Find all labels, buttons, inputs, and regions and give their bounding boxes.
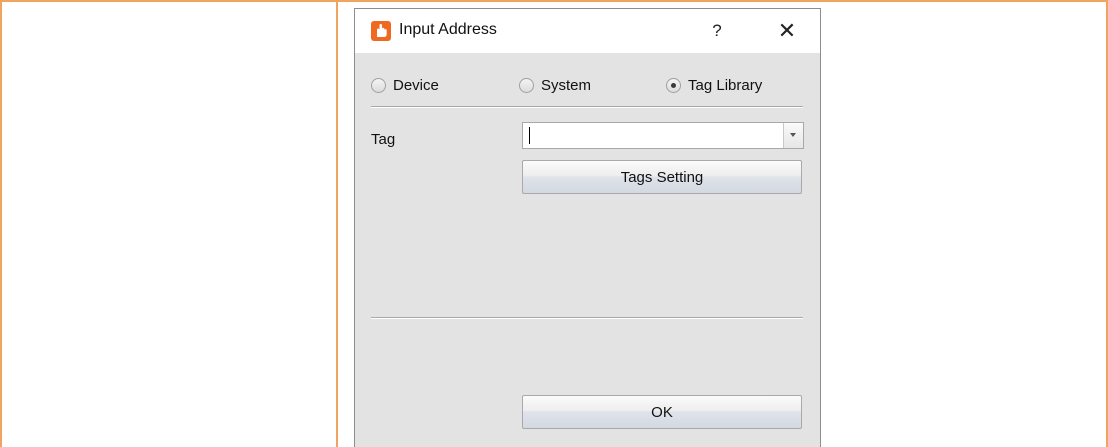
- radio-device-circle[interactable]: [371, 77, 386, 93]
- bottom-separator: [371, 317, 803, 318]
- input-address-dialog: Input Address ? ✕ Device System Tag Libr…: [354, 8, 821, 447]
- radio-tag-library-circle[interactable]: [666, 77, 681, 93]
- document-table-column-divider: [336, 0, 338, 447]
- chevron-down-icon[interactable]: [783, 123, 803, 148]
- radio-tag-library[interactable]: Tag Library: [666, 75, 762, 95]
- text-cursor: [529, 127, 530, 144]
- dialog-title: Input Address: [399, 21, 497, 38]
- ok-label: OK: [651, 404, 673, 421]
- tag-label: Tag: [371, 131, 396, 148]
- dialog-titlebar[interactable]: Input Address ? ✕: [355, 9, 820, 53]
- radio-tag-library-label: Tag Library: [688, 76, 763, 94]
- radio-device-label: Device: [393, 76, 439, 94]
- radio-system-circle[interactable]: [519, 77, 534, 93]
- radio-device[interactable]: Device: [371, 75, 439, 95]
- document-table-border-left: [0, 0, 2, 447]
- close-button[interactable]: ✕: [773, 17, 801, 45]
- tag-combobox[interactable]: [522, 122, 804, 149]
- tags-setting-label: Tags Setting: [620, 169, 704, 186]
- top-separator: [371, 106, 803, 107]
- app-hand-icon: [371, 21, 391, 41]
- document-table-border-top: [0, 0, 1108, 2]
- help-button[interactable]: ?: [703, 17, 731, 45]
- ok-button[interactable]: OK: [522, 395, 802, 429]
- radio-system-label: System: [541, 76, 592, 94]
- radio-system[interactable]: System: [519, 75, 591, 95]
- tags-setting-button[interactable]: Tags Setting: [522, 160, 802, 194]
